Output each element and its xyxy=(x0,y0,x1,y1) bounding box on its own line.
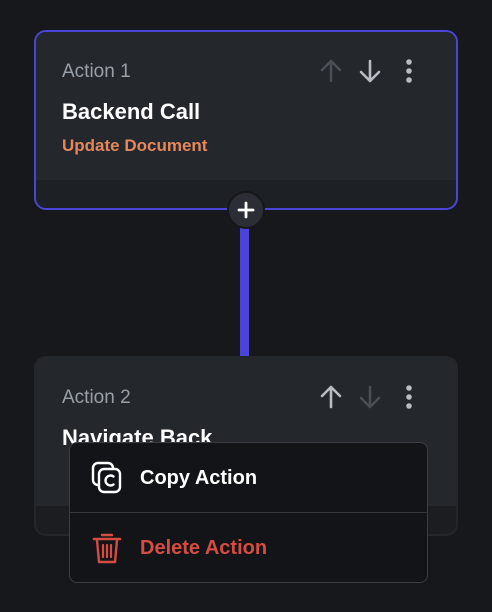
action-context-menu: Copy Action Delete Action xyxy=(69,442,428,583)
delete-action-label: Delete Action xyxy=(140,537,268,559)
copy-action-label: Copy Action xyxy=(140,467,258,489)
action-1-title: Backend Call xyxy=(62,99,201,124)
action-1-move-down-button[interactable] xyxy=(358,58,382,84)
add-action-button[interactable] xyxy=(227,191,265,229)
more-vertical-icon xyxy=(406,59,412,83)
arrow-up-icon xyxy=(320,385,342,409)
action-2-label: Action 2 xyxy=(62,387,131,408)
action-1-label: Action 1 xyxy=(62,61,131,82)
copy-action-menu-item[interactable]: Copy Action xyxy=(70,443,427,512)
action-2-move-up-button[interactable] xyxy=(319,384,343,410)
action-flow-canvas: Action 1 Backend Call Update Document Ac… xyxy=(0,0,492,612)
trash-icon xyxy=(90,530,124,566)
action-1-subtitle: Update Document xyxy=(62,136,208,155)
arrow-down-icon xyxy=(359,59,381,83)
action-2-move-down-button[interactable] xyxy=(358,384,382,410)
more-vertical-icon xyxy=(406,385,412,409)
arrow-down-icon xyxy=(359,385,381,409)
action-1-move-up-button[interactable] xyxy=(319,58,343,84)
plus-icon xyxy=(237,201,255,219)
copy-icon xyxy=(90,460,124,496)
action-2-more-button[interactable] xyxy=(399,384,419,410)
flow-connector xyxy=(240,212,249,358)
delete-action-menu-item[interactable]: Delete Action xyxy=(70,513,427,582)
arrow-up-icon xyxy=(320,59,342,83)
action-1-more-button[interactable] xyxy=(399,58,419,84)
action-card-1[interactable]: Action 1 Backend Call Update Document xyxy=(34,30,458,210)
